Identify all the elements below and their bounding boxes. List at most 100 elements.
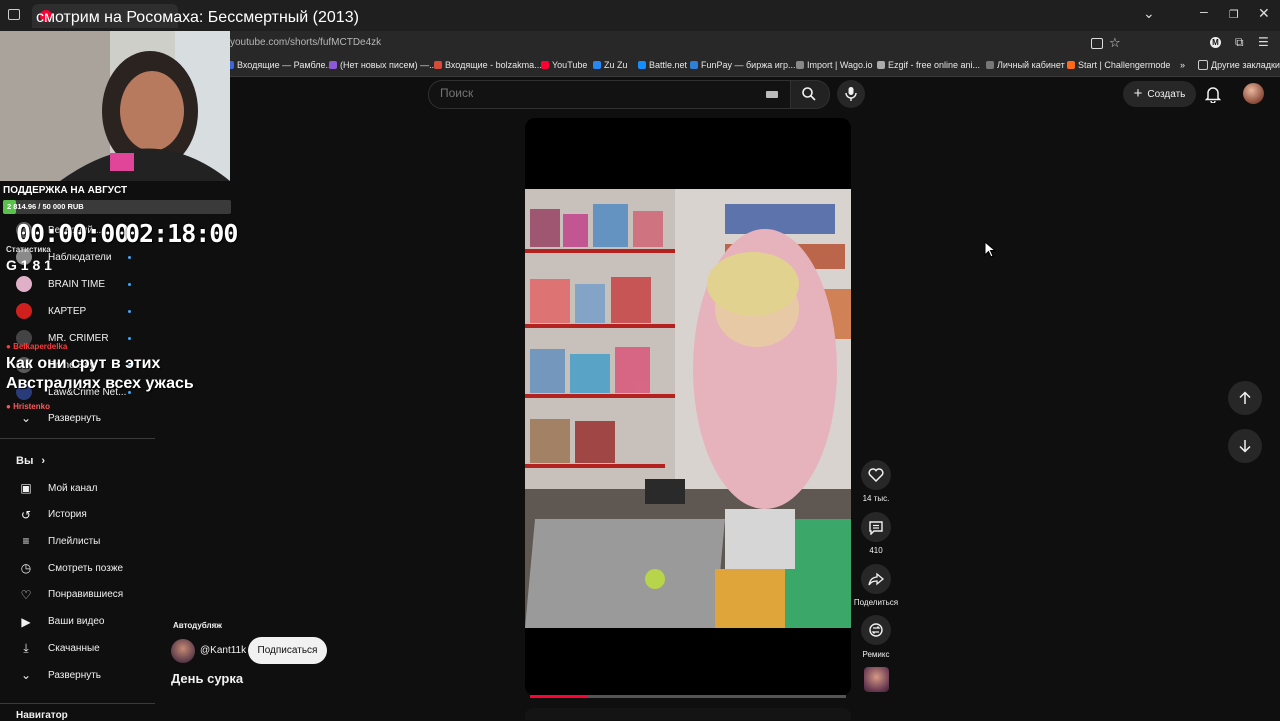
arrow-up-icon <box>1239 391 1251 404</box>
like-count: 14 тыс. <box>862 494 890 503</box>
sidebar-item[interactable]: ▣ Мой канал <box>16 481 97 495</box>
channel-avatar[interactable] <box>171 639 195 663</box>
bookmark-favicon-icon <box>593 61 601 69</box>
stream-timer-total: 02:18:00 <box>125 219 238 248</box>
search-button[interactable] <box>790 80 830 109</box>
extensions-puzzle-icon[interactable]: ⧉ <box>1235 35 1244 50</box>
previous-short-button[interactable] <box>1228 381 1262 415</box>
sidebar-item[interactable]: ⤓ Скачанные <box>16 641 99 655</box>
subscribe-button[interactable]: Подписаться <box>248 637 327 664</box>
you-section-header[interactable]: Вы › <box>16 455 45 467</box>
profile-m-icon[interactable]: M <box>1210 37 1221 48</box>
streamer-webcam <box>0 31 230 181</box>
your-videos-icon: ▶ <box>21 614 31 629</box>
bookmark-favicon-icon <box>541 61 549 69</box>
support-goal-title: ПОДДЕРЖКА НА АВГУСТ <box>3 185 128 196</box>
bookmark-favicon-icon <box>986 61 994 69</box>
expand-you[interactable]: ⌄ Развернуть <box>16 668 101 682</box>
bookmark-item[interactable]: Личный кабинет <box>986 60 1065 70</box>
chevron-right-icon: › <box>41 455 46 467</box>
install-app-icon[interactable] <box>1091 38 1103 49</box>
bell-icon <box>1204 87 1222 104</box>
autodub-label: Автодубляж <box>173 621 222 630</box>
support-goal-amount: 2 814.96 / 50 000 RUB <box>7 202 84 211</box>
share-button[interactable] <box>861 564 891 594</box>
keyboard-icon[interactable] <box>766 91 778 98</box>
microphone-icon <box>845 87 857 101</box>
remix-label: Ремикс <box>862 650 890 659</box>
video-frame-image <box>525 189 851 628</box>
remix-icon <box>869 623 883 637</box>
bookmark-favicon-icon <box>690 61 698 69</box>
channel-thumbnail[interactable] <box>864 667 889 692</box>
create-button[interactable]: + Создать <box>1123 81 1196 107</box>
sidebar-divider <box>0 438 155 439</box>
short-title: День сурка <box>171 671 244 686</box>
chevron-down-icon: ⌄ <box>20 668 32 682</box>
comment-icon <box>869 520 883 535</box>
expand-subscriptions[interactable]: ⌄ Развернуть <box>16 411 101 425</box>
chat-user-2: ● Hristenko <box>6 402 50 411</box>
stats-values: G 1 8 1 <box>6 257 52 273</box>
sidebar-item[interactable]: ▶ Ваши видео <box>16 615 104 629</box>
comment-count: 410 <box>869 546 883 555</box>
bookmark-item[interactable]: YouTube <box>541 60 587 70</box>
bookmark-favicon-icon <box>796 61 804 69</box>
share-label: Поделиться <box>853 598 899 607</box>
bookmark-item[interactable]: Ezgif - free online ani... <box>877 60 980 70</box>
bookmark-star-icon[interactable]: ☆ <box>1109 35 1121 51</box>
playlists-icon: ≡ <box>22 534 30 549</box>
other-bookmarks[interactable]: Другие закладки <box>1198 60 1280 70</box>
chat-badge-icon: ● <box>6 342 11 351</box>
url-field[interactable]: youtube.com/shorts/fufMCTDe4zk <box>230 37 381 48</box>
channel-handle[interactable]: @Kant11k <box>200 645 246 656</box>
new-content-dot <box>128 310 131 313</box>
chat-message: Как они срут в этих Австралиях всех ужас… <box>6 355 194 392</box>
minimize-icon[interactable]: – <box>1200 3 1208 19</box>
mouse-cursor-icon <box>984 241 996 258</box>
store-scene-illustration <box>525 189 851 628</box>
bookmark-item[interactable]: FunPay — биржа игр... <box>690 60 796 70</box>
create-label: Создать <box>1147 88 1186 100</box>
tab-list-chevron-icon[interactable]: ⌄ <box>1143 5 1155 22</box>
bookmark-item[interactable]: Battle.net <box>638 60 687 70</box>
share-arrow-icon <box>868 572 884 586</box>
chevron-down-icon: ⌄ <box>20 411 32 425</box>
sidebar-subscription[interactable]: КАРТЕР <box>16 303 86 319</box>
channel-avatar <box>16 303 32 319</box>
voice-search-button[interactable] <box>837 80 865 108</box>
restore-icon[interactable]: ❐ <box>1229 8 1239 21</box>
bookmark-favicon-icon <box>1067 61 1075 69</box>
bookmark-item[interactable]: Входящие - bolzakma... <box>434 60 542 70</box>
account-avatar[interactable] <box>1243 83 1264 104</box>
next-short-button[interactable] <box>1228 429 1262 463</box>
bookmark-item[interactable]: Zu Zu <box>593 60 628 70</box>
like-icon: ♡ <box>20 587 32 602</box>
bookmark-favicon-icon <box>877 61 885 69</box>
notifications-button[interactable] <box>1204 85 1222 108</box>
next-short-preview[interactable] <box>525 708 851 720</box>
watch-later-icon: ◷ <box>20 561 32 576</box>
bookmarks-more-chevron-icon[interactable]: » <box>1180 60 1185 70</box>
heart-icon <box>868 468 884 482</box>
sidebar-item[interactable]: ≡ Плейлисты <box>16 534 100 548</box>
like-button[interactable] <box>861 460 891 490</box>
browser-menu-icon[interactable]: ☰ <box>1258 35 1269 49</box>
bookmark-item[interactable]: Import | Wago.io <box>796 60 873 70</box>
search-input[interactable] <box>440 86 740 100</box>
close-window-icon[interactable]: ✕ <box>1258 5 1270 22</box>
sidebar-subscription[interactable]: BRAIN TIME <box>16 276 105 292</box>
sidebar-item[interactable]: ♡ Понравившиеся <box>16 587 124 602</box>
bookmark-item[interactable]: Start | Challengermode <box>1067 60 1170 70</box>
navigator-header: Навигатор <box>16 710 68 721</box>
chat-user-1: ● Belkaperdelka <box>6 342 68 351</box>
tab-overview-icon[interactable] <box>8 9 20 20</box>
sidebar-item[interactable]: ↺ История <box>16 508 87 522</box>
comments-button[interactable] <box>861 512 891 542</box>
arrow-down-icon <box>1239 440 1251 453</box>
bookmark-item[interactable]: Входящие — Рамбле... <box>226 60 333 70</box>
folder-icon <box>1198 60 1208 70</box>
bookmark-item[interactable]: (Нет новых писем) —... <box>329 60 437 70</box>
sidebar-item[interactable]: ◷ Смотреть позже <box>16 561 123 575</box>
remix-button[interactable] <box>861 615 891 645</box>
